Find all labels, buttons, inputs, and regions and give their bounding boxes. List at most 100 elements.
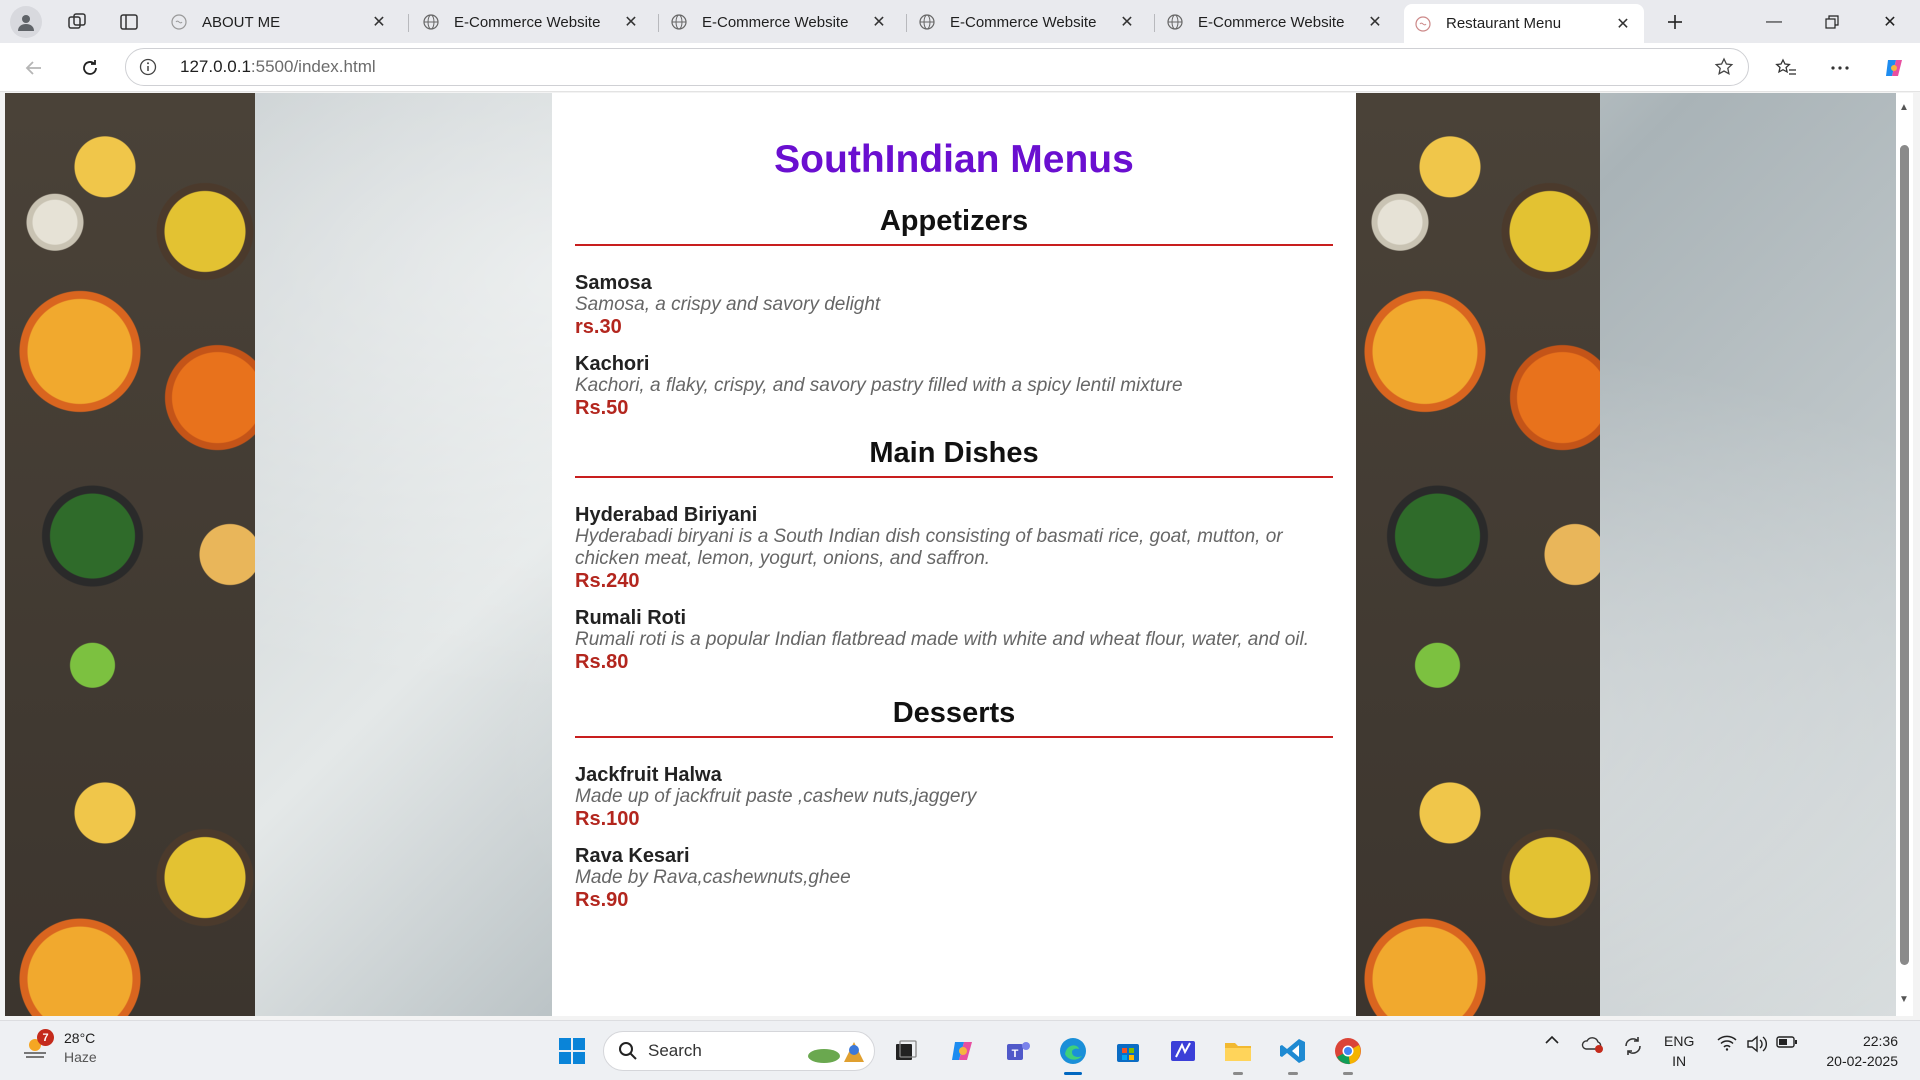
tab-ecommerce-3[interactable]: E-Commerce Website ✕: [908, 4, 1148, 40]
item-name: Rava Kesari: [575, 845, 690, 867]
chrome-icon[interactable]: [1330, 1033, 1366, 1075]
minimize-icon[interactable]: —: [1745, 0, 1803, 43]
edge-icon[interactable]: [1055, 1033, 1091, 1075]
close-icon[interactable]: ✕: [1364, 11, 1386, 33]
tab-separator: [658, 14, 659, 32]
active-app-indicator: [1064, 1072, 1082, 1075]
menu-item: Hyderabad Biriyani Hyderabadi biryani is…: [575, 504, 1333, 593]
tab-title: E-Commerce Website: [950, 13, 1097, 31]
item-description: Rumali roti is a popular Indian flatbrea…: [575, 629, 1310, 650]
page-title: SouthIndian Menus: [774, 138, 1134, 181]
page-icon: [170, 13, 188, 31]
task-view-icon[interactable]: [888, 1033, 924, 1069]
search-icon: [618, 1041, 638, 1061]
tab-title: E-Commerce Website: [702, 13, 849, 31]
item-description: Samosa, a crispy and savory delight: [575, 294, 881, 315]
restore-icon[interactable]: [1803, 0, 1861, 43]
item-price: Rs.90: [575, 889, 629, 911]
refresh-icon[interactable]: [72, 51, 108, 85]
page-viewport: SouthIndian Menus Appetizers Samosa Samo…: [5, 93, 1896, 1016]
teams-icon[interactable]: T: [1000, 1033, 1036, 1069]
language-code: ENG: [1664, 1033, 1695, 1049]
item-price: Rs.80: [575, 651, 629, 673]
new-tab-icon[interactable]: [1658, 6, 1692, 38]
copilot-app-icon[interactable]: [945, 1033, 981, 1069]
page-scrollbar[interactable]: ▲ ▼: [1896, 93, 1913, 1016]
wifi-icon[interactable]: [1714, 1035, 1740, 1051]
volume-icon[interactable]: [1744, 1035, 1770, 1053]
weather-widget[interactable]: 7 28°C Haze: [20, 1029, 97, 1067]
url-text: 127.0.0.1:5500/index.html: [180, 57, 376, 77]
weather-text: 28°C Haze: [64, 1029, 97, 1067]
item-description: Made by Rava,cashewnuts,ghee: [575, 867, 851, 888]
tab-title: E-Commerce Website: [1198, 13, 1345, 31]
scroll-down-icon[interactable]: ▼: [1899, 993, 1909, 1005]
url-host: 127.0.0.1: [180, 57, 251, 76]
tab-strip: ABOUT ME ✕ E-Commerce Website ✕ E-Commer…: [0, 0, 1920, 43]
language-indicator[interactable]: ENG IN: [1664, 1031, 1694, 1071]
close-icon[interactable]: ✕: [1612, 13, 1634, 35]
open-app-indicator: [1233, 1072, 1243, 1075]
profile-icon[interactable]: [10, 6, 42, 38]
scroll-thumb[interactable]: [1900, 145, 1909, 965]
vertical-tabs-icon[interactable]: [112, 6, 146, 38]
svg-text:T: T: [1012, 1048, 1019, 1060]
copilot-icon[interactable]: [1876, 51, 1912, 85]
menu-item: Rumali Roti Rumali roti is a popular Ind…: [575, 607, 1333, 674]
close-icon[interactable]: ✕: [1116, 11, 1138, 33]
more-options-icon[interactable]: [1822, 51, 1858, 85]
section-main-dishes: Main Dishes Hyderabad Biriyani Hyderabad…: [575, 436, 1333, 674]
menu-card: SouthIndian Menus Appetizers Samosa Samo…: [552, 93, 1356, 1016]
open-app-indicator: [1343, 1072, 1353, 1075]
url-path: :5500/index.html: [250, 57, 376, 76]
file-explorer-icon[interactable]: [1220, 1033, 1256, 1075]
address-bar[interactable]: 127.0.0.1:5500/index.html: [125, 48, 1749, 86]
microsoft-store-icon[interactable]: [1110, 1033, 1146, 1069]
taskbar: 7 28°C Haze Search T ENG IN 22:36 20-02-…: [0, 1020, 1920, 1080]
item-name: Samosa: [575, 272, 652, 294]
search-label: Search: [648, 1041, 702, 1060]
tab-separator: [1154, 14, 1155, 32]
taskbar-search[interactable]: Search: [603, 1031, 875, 1071]
onedrive-offline-icon[interactable]: [1578, 1035, 1608, 1055]
tab-title: Restaurant Menu: [1446, 15, 1562, 32]
windows-start-icon[interactable]: [554, 1033, 590, 1069]
info-icon[interactable]: [126, 58, 170, 76]
close-icon[interactable]: ✕: [868, 11, 890, 33]
system-clock[interactable]: 22:36 20-02-2025: [1808, 1031, 1898, 1071]
item-description: Hyderabadi biryani is a South Indian dis…: [575, 526, 1283, 569]
tab-separator: [408, 14, 409, 32]
item-name: Hyderabad Biriyani: [575, 504, 758, 526]
show-hidden-icons-icon[interactable]: [1540, 1035, 1564, 1045]
item-price: Rs.100: [575, 808, 640, 830]
tab-about-me[interactable]: ABOUT ME ✕: [160, 4, 400, 40]
tab-restaurant-menu[interactable]: Restaurant Menu ✕: [1404, 4, 1644, 43]
globe-icon: [1166, 13, 1184, 31]
section-appetizers: Appetizers Samosa Samosa, a crispy and s…: [575, 204, 1333, 420]
editor-app-icon[interactable]: [1165, 1033, 1201, 1069]
close-icon[interactable]: ✕: [620, 11, 642, 33]
section-heading: Appetizers: [575, 204, 1333, 246]
back-icon[interactable]: [16, 51, 52, 85]
item-name: Rumali Roti: [575, 607, 687, 629]
close-icon[interactable]: ✕: [368, 11, 390, 33]
favorites-icon[interactable]: [1768, 51, 1804, 85]
weather-badge: 7: [37, 1029, 54, 1046]
item-description: Kachori, a flaky, crispy, and savory pas…: [575, 375, 1183, 396]
section-heading: Desserts: [575, 696, 1333, 738]
tab-ecommerce-4[interactable]: E-Commerce Website ✕: [1156, 4, 1396, 40]
section-desserts: Desserts Jackfruit Halwa Made up of jack…: [575, 696, 1333, 912]
workspaces-icon[interactable]: [60, 6, 94, 38]
sync-icon[interactable]: [1618, 1035, 1648, 1057]
tab-ecommerce-1[interactable]: E-Commerce Website ✕: [412, 4, 652, 40]
clock-time: 22:36: [1862, 1033, 1898, 1049]
tab-separator: [906, 14, 907, 32]
close-window-icon[interactable]: ✕: [1861, 0, 1919, 43]
battery-icon[interactable]: [1774, 1035, 1800, 1049]
menu-item: Samosa Samosa, a crispy and savory delig…: [575, 272, 1333, 339]
favorite-star-icon[interactable]: [1714, 57, 1734, 82]
globe-icon: [422, 13, 440, 31]
scroll-up-icon[interactable]: ▲: [1899, 101, 1909, 113]
vscode-icon[interactable]: [1275, 1033, 1311, 1075]
tab-ecommerce-2[interactable]: E-Commerce Website ✕: [660, 4, 900, 40]
